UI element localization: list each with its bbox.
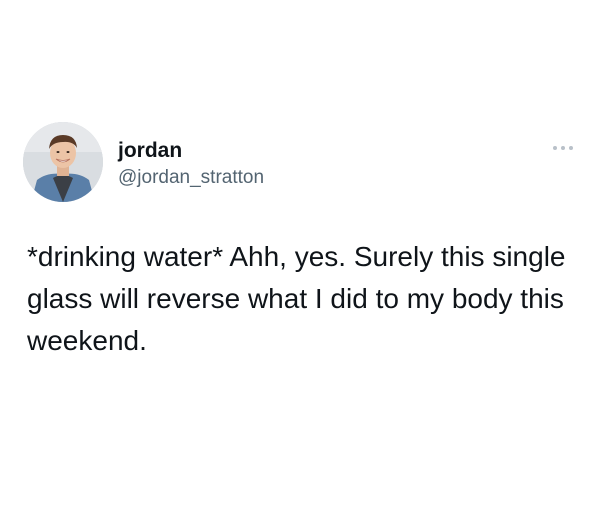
ellipsis-icon[interactable]: [550, 140, 576, 156]
tweet-text: *drinking water* Ahh, yes. Surely this s…: [27, 241, 566, 356]
tweet-card: jordan @jordan_stratton *drinking water*…: [0, 0, 600, 519]
display-name[interactable]: jordan: [118, 138, 182, 164]
avatar[interactable]: [23, 122, 103, 202]
username-handle[interactable]: @jordan_stratton: [118, 166, 264, 190]
avatar-image: [23, 122, 103, 202]
